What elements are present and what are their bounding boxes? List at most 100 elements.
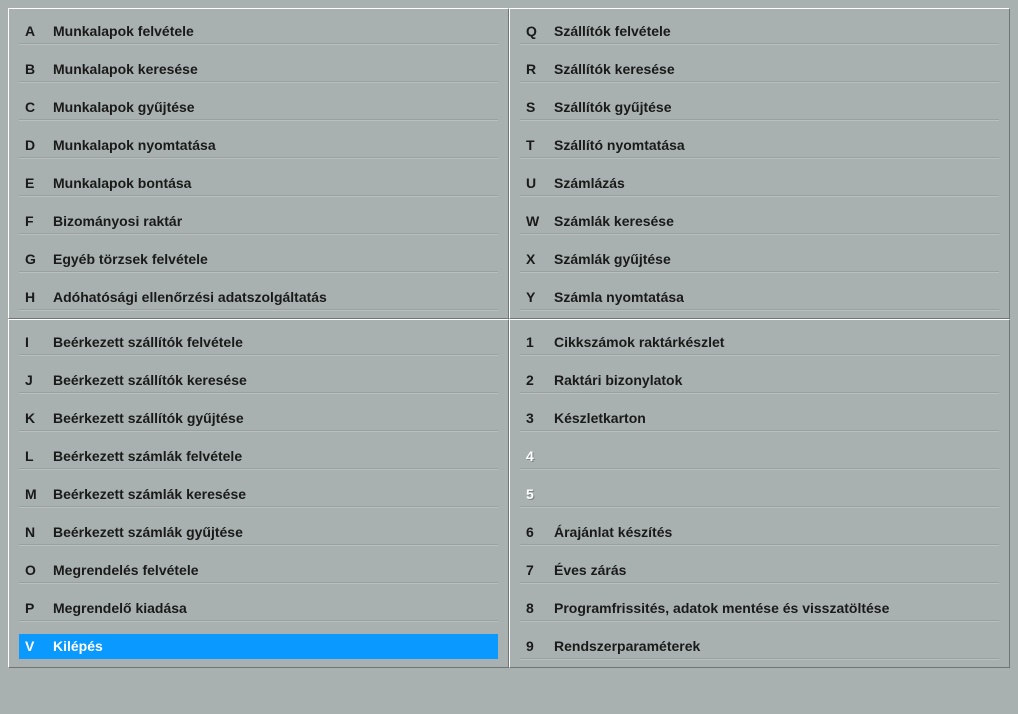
menu-item-key: E [19, 171, 47, 196]
menu-item-label: Készletkarton [548, 406, 646, 431]
menu-item-key: A [19, 19, 47, 44]
menu-item-w[interactable]: WSzámlák keresése [520, 209, 999, 234]
menu-item-label: Beérkezett szállítók keresése [47, 368, 247, 393]
menu-item-x[interactable]: XSzámlák gyűjtése [520, 247, 999, 272]
menu-item-label: Beérkezett számlák gyűjtése [47, 520, 243, 545]
menu-item-key: H [19, 285, 47, 310]
menu-item-key: G [19, 247, 47, 272]
menu-grid: AMunkalapok felvételeBMunkalapok keresés… [8, 8, 1010, 668]
menu-item-label: Megrendelő kiadása [47, 596, 187, 621]
menu-item-i[interactable]: IBeérkezett szállítók felvétele [19, 330, 498, 355]
menu-item-p[interactable]: PMegrendelő kiadása [19, 596, 498, 621]
menu-item-label: Munkalapok keresése [47, 57, 198, 82]
menu-item-r[interactable]: RSzállítók keresése [520, 57, 999, 82]
menu-item-4: 4 [520, 444, 999, 469]
menu-panel-top-left: AMunkalapok felvételeBMunkalapok keresés… [8, 8, 509, 319]
menu-item-key: 5 [520, 482, 548, 507]
menu-item-u[interactable]: USzámlázás [520, 171, 999, 196]
menu-item-s[interactable]: SSzállítók gyűjtése [520, 95, 999, 120]
menu-item-key: W [520, 209, 548, 234]
menu-item-key: F [19, 209, 47, 234]
menu-item-label: Beérkezett számlák felvétele [47, 444, 242, 469]
menu-item-label: Számla nyomtatása [548, 285, 684, 310]
menu-item-label: Raktári bizonylatok [548, 368, 682, 393]
menu-item-g[interactable]: GEgyéb törzsek felvétele [19, 247, 498, 272]
menu-item-key: M [19, 482, 47, 507]
menu-item-label: Számlák gyűjtése [548, 247, 671, 272]
menu-item-8[interactable]: 8Programfrissités, adatok mentése és vis… [520, 596, 999, 621]
menu-item-key: Q [520, 19, 548, 44]
menu-item-k[interactable]: KBeérkezett szállítók gyűjtése [19, 406, 498, 431]
menu-item-label: Szállító nyomtatása [548, 133, 685, 158]
menu-item-o[interactable]: OMegrendelés felvétele [19, 558, 498, 583]
menu-item-v[interactable]: VKilépés [19, 634, 498, 659]
menu-item-m[interactable]: MBeérkezett számlák keresése [19, 482, 498, 507]
menu-item-9[interactable]: 9Rendszerparaméterek [520, 634, 999, 659]
menu-item-n[interactable]: NBeérkezett számlák gyűjtése [19, 520, 498, 545]
menu-item-label: Munkalapok gyűjtése [47, 95, 195, 120]
menu-item-key: S [520, 95, 548, 120]
menu-item-key: P [19, 596, 47, 621]
menu-item-e[interactable]: EMunkalapok bontása [19, 171, 498, 196]
menu-item-key: Y [520, 285, 548, 310]
menu-item-key: K [19, 406, 47, 431]
menu-item-key: D [19, 133, 47, 158]
menu-item-key: T [520, 133, 548, 158]
menu-item-label: Munkalapok felvétele [47, 19, 194, 44]
menu-item-label: Szállítók felvétele [548, 19, 671, 44]
menu-item-key: J [19, 368, 47, 393]
menu-item-y[interactable]: YSzámla nyomtatása [520, 285, 999, 310]
menu-item-l[interactable]: LBeérkezett számlák felvétele [19, 444, 498, 469]
menu-item-key: L [19, 444, 47, 469]
menu-item-a[interactable]: AMunkalapok felvétele [19, 19, 498, 44]
menu-item-d[interactable]: DMunkalapok nyomtatása [19, 133, 498, 158]
menu-item-label: Programfrissités, adatok mentése és viss… [548, 596, 889, 621]
menu-item-1[interactable]: 1Cikkszámok raktárkészlet [520, 330, 999, 355]
menu-item-key: 7 [520, 558, 548, 583]
menu-item-label: Beérkezett számlák keresése [47, 482, 246, 507]
menu-item-label: Beérkezett szállítók gyűjtése [47, 406, 244, 431]
menu-item-key: X [520, 247, 548, 272]
menu-item-label: Egyéb törzsek felvétele [47, 247, 208, 272]
menu-item-t[interactable]: TSzállító nyomtatása [520, 133, 999, 158]
menu-item-label: Bizományosi raktár [47, 209, 182, 234]
menu-item-label: Munkalapok nyomtatása [47, 133, 216, 158]
menu-item-2[interactable]: 2Raktári bizonylatok [520, 368, 999, 393]
menu-panel-bottom-left: IBeérkezett szállítók felvételeJBeérkeze… [8, 319, 509, 668]
menu-item-key: N [19, 520, 47, 545]
menu-item-label: Cikkszámok raktárkészlet [548, 330, 724, 355]
menu-item-3[interactable]: 3Készletkarton [520, 406, 999, 431]
menu-item-label: Kilépés [47, 634, 103, 659]
menu-item-key: R [520, 57, 548, 82]
menu-item-label: Munkalapok bontása [47, 171, 191, 196]
menu-item-q[interactable]: QSzállítók felvétele [520, 19, 999, 44]
menu-item-f[interactable]: FBizományosi raktár [19, 209, 498, 234]
menu-item-key: 6 [520, 520, 548, 545]
menu-item-key: C [19, 95, 47, 120]
menu-item-7[interactable]: 7Éves zárás [520, 558, 999, 583]
menu-panel-bottom-right: 1Cikkszámok raktárkészlet2Raktári bizony… [509, 319, 1010, 668]
menu-item-key: B [19, 57, 47, 82]
menu-item-key: O [19, 558, 47, 583]
menu-item-key: 1 [520, 330, 548, 355]
menu-item-label: Éves zárás [548, 558, 626, 583]
menu-item-b[interactable]: BMunkalapok keresése [19, 57, 498, 82]
menu-item-key: V [19, 634, 47, 659]
menu-item-h[interactable]: HAdóhatósági ellenőrzési adatszolgáltatá… [19, 285, 498, 310]
menu-item-label: Számlák keresése [548, 209, 674, 234]
menu-item-j[interactable]: JBeérkezett szállítók keresése [19, 368, 498, 393]
menu-item-key: 3 [520, 406, 548, 431]
menu-item-5: 5 [520, 482, 999, 507]
menu-item-6[interactable]: 6Árajánlat készítés [520, 520, 999, 545]
menu-panel-top-right: QSzállítók felvételeRSzállítók kereséseS… [509, 8, 1010, 319]
menu-item-label: Rendszerparaméterek [548, 634, 700, 659]
menu-item-key: 8 [520, 596, 548, 621]
menu-item-label: Számlázás [548, 171, 625, 196]
menu-item-key: I [19, 330, 47, 355]
menu-item-label: Szállítók keresése [548, 57, 675, 82]
menu-item-key: 4 [520, 444, 548, 469]
menu-item-key: 9 [520, 634, 548, 659]
menu-item-key: 2 [520, 368, 548, 393]
menu-item-c[interactable]: CMunkalapok gyűjtése [19, 95, 498, 120]
menu-item-key: U [520, 171, 548, 196]
